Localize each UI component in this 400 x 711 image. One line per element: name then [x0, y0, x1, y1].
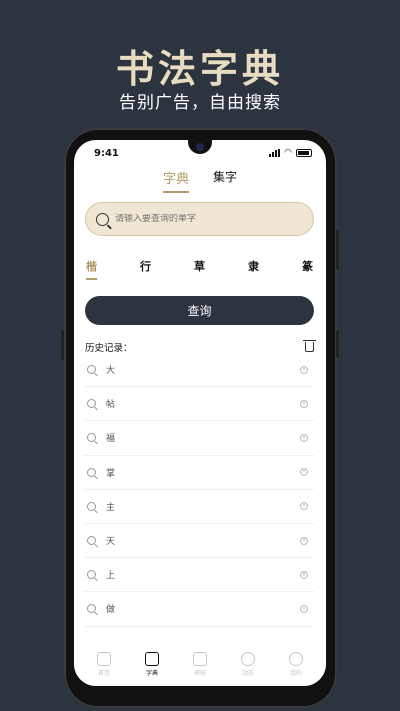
nav-label: 动态 — [241, 669, 254, 677]
promo-subtitle: 告别广告，自由搜索 — [119, 93, 281, 113]
history-item-text: 做 — [106, 605, 116, 616]
user-icon — [289, 651, 303, 666]
history-item-text: 主 — [106, 502, 116, 513]
history-item[interactable]: 福 × — [85, 421, 314, 456]
history-item-text: 上 — [106, 571, 116, 582]
search-icon — [87, 536, 96, 546]
style-tab-cao[interactable]: 草 — [194, 258, 205, 280]
book-icon — [193, 651, 207, 666]
history-item[interactable]: 上 × — [85, 558, 314, 593]
search-icon — [96, 212, 109, 226]
history-header: 历史记录： — [85, 340, 316, 354]
history-item[interactable]: 做 × — [85, 592, 314, 627]
search-icon — [87, 570, 96, 580]
style-tab-zhuan[interactable]: 篆 — [302, 258, 313, 280]
history-list: 大 × 帖 × 福 × 掌 × 主 × 天 × 上 × 做 × — [85, 353, 314, 627]
battery-icon — [296, 149, 312, 157]
camera-notch — [188, 140, 212, 154]
dictionary-icon — [145, 651, 159, 666]
compass-icon — [241, 651, 255, 666]
top-tabs: 字典 集字 — [74, 168, 326, 193]
search-icon — [87, 501, 96, 511]
search-icon — [87, 399, 96, 409]
search-icon — [87, 433, 96, 443]
history-item-text: 帖 — [106, 400, 116, 411]
search-input[interactable] — [115, 214, 295, 224]
close-icon[interactable]: × — [300, 468, 308, 477]
nav-home[interactable]: 首页 — [84, 651, 124, 677]
tab-collect-characters[interactable]: 集字 — [213, 168, 237, 193]
nav-label: 首页 — [97, 669, 110, 677]
close-icon[interactable]: × — [300, 604, 308, 613]
nav-rubbings[interactable]: 碑帖 — [180, 651, 220, 677]
search-icon — [87, 604, 96, 614]
history-item[interactable]: 帖 × — [85, 387, 314, 422]
script-style-tabs: 楷 行 草 隶 篆 — [74, 258, 326, 280]
style-tab-li[interactable]: 隶 — [248, 258, 259, 280]
history-title: 历史记录： — [85, 343, 133, 354]
status-time: 9:41 — [94, 148, 119, 159]
history-item[interactable]: 掌 × — [85, 456, 314, 490]
history-item-text: 掌 — [106, 468, 116, 479]
query-button[interactable]: 查询 — [85, 296, 314, 325]
nav-profile[interactable]: 我的 — [276, 651, 316, 677]
nav-label: 字典 — [145, 669, 158, 677]
camera-icon — [196, 143, 204, 151]
close-icon[interactable]: × — [300, 399, 308, 408]
side-button — [61, 330, 64, 360]
style-tab-kai[interactable]: 楷 — [86, 258, 97, 280]
wifi-icon: ◠ — [284, 148, 292, 158]
nav-label: 我的 — [289, 669, 302, 677]
history-item-text: 天 — [106, 537, 116, 548]
history-item-text: 大 — [106, 366, 116, 377]
search-bar[interactable] — [85, 202, 314, 236]
home-icon — [97, 651, 111, 666]
style-tab-xing[interactable]: 行 — [140, 258, 151, 280]
nav-label: 碑帖 — [193, 669, 206, 677]
bottom-nav: 首页 字典 碑帖 动态 我的 — [74, 642, 326, 686]
tab-dictionary[interactable]: 字典 — [162, 168, 189, 193]
close-icon[interactable]: × — [300, 365, 308, 374]
search-icon — [87, 365, 96, 375]
history-item[interactable]: 主 × — [85, 490, 314, 524]
history-item[interactable]: 大 × — [85, 353, 314, 388]
close-icon[interactable]: × — [300, 502, 308, 511]
promo-title: 书法字典 — [115, 46, 284, 91]
close-icon[interactable]: × — [300, 433, 308, 442]
search-icon — [87, 467, 96, 477]
status-icons: ◠ — [269, 148, 312, 158]
volume-button — [336, 230, 339, 270]
signal-icon — [269, 149, 281, 157]
close-icon[interactable]: × — [300, 536, 308, 545]
trash-icon[interactable] — [303, 340, 316, 352]
app-screen: 9:41 ◠ 字典 集字 楷 行 草 隶 篆 查询 历史记录： 大× 帖× 福×… — [74, 140, 326, 686]
power-button — [336, 330, 339, 358]
history-item[interactable]: 天 × — [85, 524, 314, 559]
close-icon[interactable]: × — [300, 570, 308, 579]
nav-feed[interactable]: 动态 — [228, 651, 268, 677]
nav-dictionary[interactable]: 字典 — [132, 651, 172, 677]
history-item-text: 福 — [106, 434, 116, 445]
